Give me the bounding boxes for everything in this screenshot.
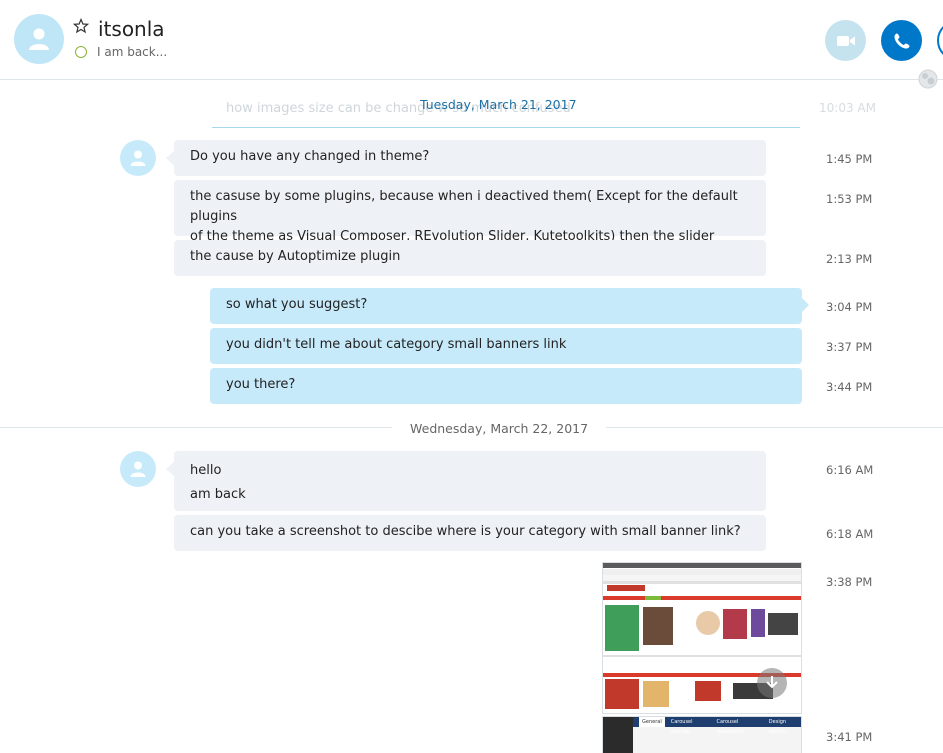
message-bubble-incoming[interactable]: hello am back: [174, 451, 766, 511]
video-camera-icon: [836, 35, 855, 46]
contact-name[interactable]: itsonla: [98, 17, 165, 41]
screenshot-sidebar: [603, 717, 633, 753]
message-text: can you take a screenshot to descibe whe…: [190, 524, 741, 539]
message-bubble-incoming[interactable]: Do you have any changed in theme?: [174, 140, 766, 176]
message-time: 3:38 PM: [826, 575, 873, 589]
message-time: 1:45 PM: [826, 152, 873, 166]
message-time: 1:53 PM: [826, 192, 873, 206]
message-time: 3:37 PM: [826, 340, 873, 354]
message-bubble-outgoing[interactable]: you there?: [210, 368, 802, 404]
message-time: 6:16 AM: [826, 463, 874, 477]
download-arrow-icon: [766, 676, 778, 689]
message-text: you didn't tell me about category small …: [226, 337, 567, 352]
date-separator: Wednesday, March 22, 2017: [392, 421, 607, 436]
message-bubble-outgoing[interactable]: so what you suggest?: [210, 288, 802, 324]
add-participant-button[interactable]: [937, 20, 943, 61]
tab-label: Carousel settings: [670, 719, 693, 735]
tab-label: Carousel responsive: [716, 719, 744, 735]
globe-icon[interactable]: [917, 68, 939, 90]
message-text: the cause by Autoptimize plugin: [190, 249, 401, 264]
conversation-header: itsonla I am back...: [0, 0, 943, 80]
tab-label: Design options: [768, 719, 788, 735]
message-text: am back: [190, 487, 246, 502]
message-text: you there?: [226, 377, 296, 392]
message-text: Do you have any changed in theme?: [190, 149, 430, 164]
message-time: 2:13 PM: [826, 252, 873, 266]
message-time: 3:44 PM: [826, 380, 873, 394]
online-status-icon: [75, 46, 87, 58]
message-text: hello: [190, 463, 222, 478]
message-time: 6:18 AM: [826, 527, 874, 541]
message-bubble-incoming[interactable]: can you take a screenshot to descibe whe…: [174, 515, 766, 551]
message-bubble-outgoing[interactable]: you didn't tell me about category small …: [210, 328, 802, 364]
faded-message-time: 10:03 AM: [819, 101, 876, 115]
message-bubble-incoming[interactable]: the casuse by some plugins, because when…: [174, 180, 766, 264]
contact-avatar-small[interactable]: [120, 140, 156, 176]
message-bubble-incoming[interactable]: the cause by Autoptimize plugin: [174, 240, 766, 276]
contact-avatar-small[interactable]: [120, 451, 156, 487]
video-call-button[interactable]: [825, 20, 866, 61]
person-icon: [29, 28, 49, 50]
mood-message: I am back...: [97, 45, 168, 59]
message-text: the casuse by some plugins, because when…: [190, 189, 738, 224]
message-history[interactable]: how images size can be change w so much …: [0, 80, 943, 753]
message-time: 3:41 PM: [826, 730, 873, 744]
message-text: so what you suggest?: [226, 297, 368, 312]
phone-icon: [894, 33, 909, 48]
settings-tab-strip: General Carousel settings Carousel respo…: [633, 717, 801, 735]
message-time: 3:04 PM: [826, 300, 873, 314]
date-separator: Tuesday, March 21, 2017: [420, 97, 577, 112]
person-icon: [130, 150, 146, 166]
star-outline-icon[interactable]: [73, 18, 89, 34]
audio-call-button[interactable]: [881, 20, 922, 61]
tab-label: General: [639, 717, 665, 727]
download-button[interactable]: [757, 668, 787, 698]
image-attachment[interactable]: General Carousel settings Carousel respo…: [602, 716, 802, 753]
bubble-tail: [801, 297, 809, 313]
contact-avatar[interactable]: [14, 14, 64, 64]
person-icon: [130, 461, 146, 477]
